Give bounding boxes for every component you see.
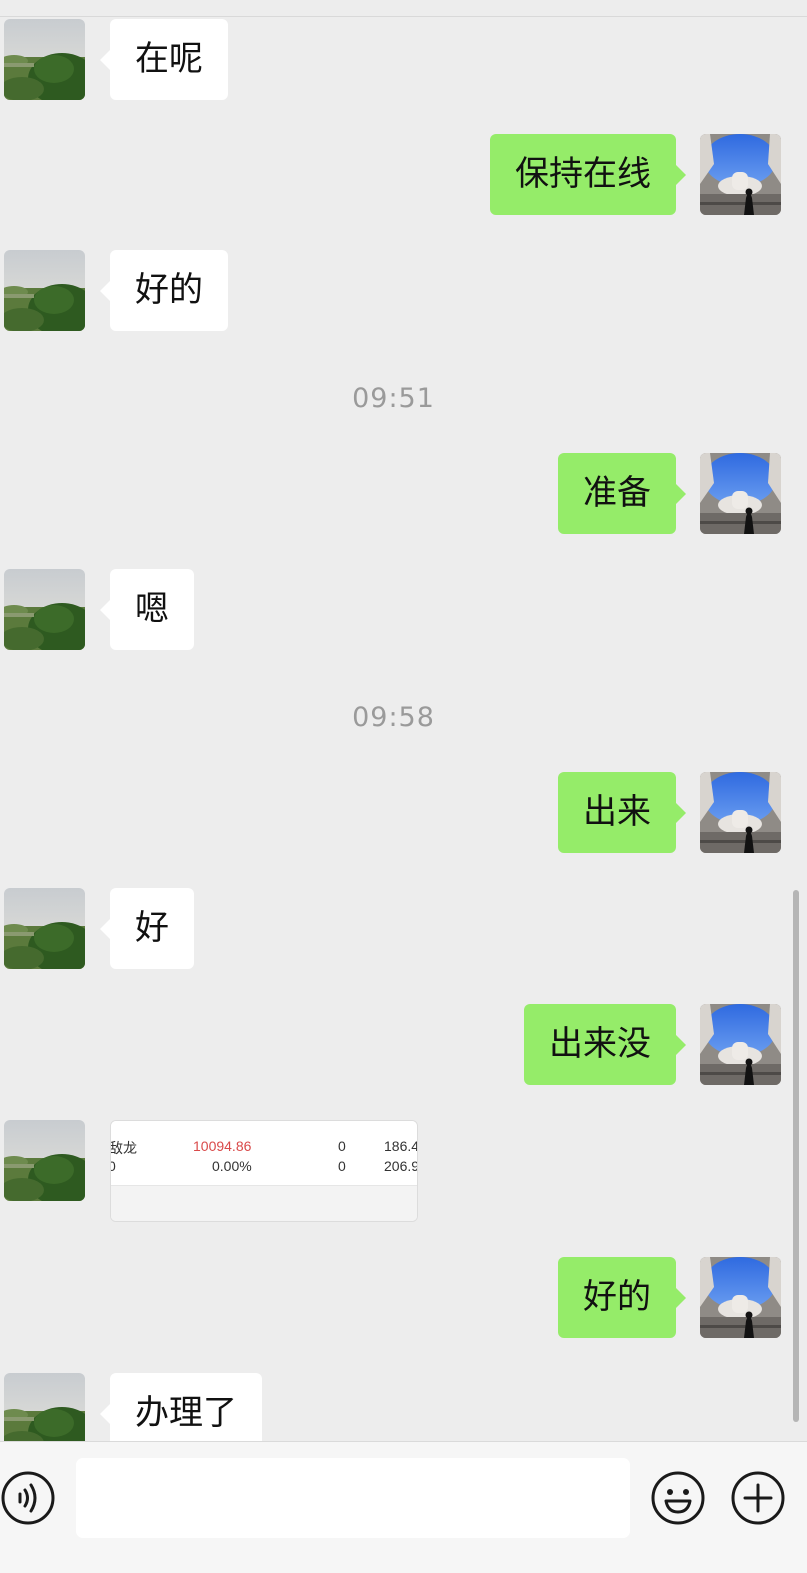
my-avatar[interactable] xyxy=(700,772,781,853)
outgoing-message-bubble[interactable]: 出来 xyxy=(558,772,686,853)
screenshot-table: 敌龙 10094.86 0 186.4 0 0.00% 0 206.9 xyxy=(110,1121,418,1185)
image-message-thumbnail[interactable]: 敌龙 10094.86 0 186.4 0 0.00% 0 206.9 xyxy=(110,1120,418,1222)
incoming-message-bubble[interactable]: 办理了 xyxy=(100,1373,262,1441)
incoming-message-bubble[interactable]: 在呢 xyxy=(100,19,228,100)
incoming-message-bubble[interactable]: 好 xyxy=(100,888,194,969)
my-avatar[interactable] xyxy=(700,1004,781,1085)
contact-avatar[interactable] xyxy=(4,1373,85,1441)
contact-avatar[interactable] xyxy=(4,569,85,650)
my-avatar[interactable] xyxy=(700,134,781,215)
contact-avatar[interactable] xyxy=(4,19,85,100)
top-divider xyxy=(0,0,807,17)
table-cell: 敌龙 xyxy=(110,1140,137,1156)
outgoing-message-bubble[interactable]: 出来没 xyxy=(524,1004,686,1085)
emoji-icon[interactable] xyxy=(650,1470,706,1526)
outgoing-message-bubble[interactable]: 准备 xyxy=(558,453,686,534)
incoming-message-bubble[interactable]: 嗯 xyxy=(100,569,194,650)
outgoing-message-bubble[interactable]: 保持在线 xyxy=(490,134,686,215)
my-avatar[interactable] xyxy=(700,453,781,534)
chat-message-list[interactable]: 在呢 保持在线 好的 09:51 准备 嗯 09:58 出来 好 出来没 敌龙 … xyxy=(0,17,807,1441)
table-cell: 0.00% xyxy=(212,1158,252,1174)
table-cell: 0 xyxy=(338,1138,346,1154)
message-input[interactable] xyxy=(76,1458,630,1538)
contact-avatar[interactable] xyxy=(4,888,85,969)
message-composer xyxy=(0,1441,807,1573)
table-cell: 10094.86 xyxy=(193,1138,252,1154)
outgoing-message-bubble[interactable]: 好的 xyxy=(558,1257,686,1338)
chat-scrollbar[interactable] xyxy=(793,890,799,1422)
voice-icon[interactable] xyxy=(0,1470,56,1526)
screenshot-footer xyxy=(111,1185,417,1221)
table-cell: 206.9 xyxy=(384,1158,418,1174)
my-avatar[interactable] xyxy=(700,1257,781,1338)
contact-avatar[interactable] xyxy=(4,1120,85,1201)
table-cell: 0 xyxy=(338,1158,346,1174)
timestamp: 09:51 xyxy=(352,383,435,414)
table-cell: 0 xyxy=(111,1158,116,1174)
contact-avatar[interactable] xyxy=(4,250,85,331)
timestamp: 09:58 xyxy=(352,702,435,733)
table-cell: 186.4 xyxy=(384,1138,418,1154)
incoming-message-bubble[interactable]: 好的 xyxy=(100,250,228,331)
plus-icon[interactable] xyxy=(730,1470,786,1526)
